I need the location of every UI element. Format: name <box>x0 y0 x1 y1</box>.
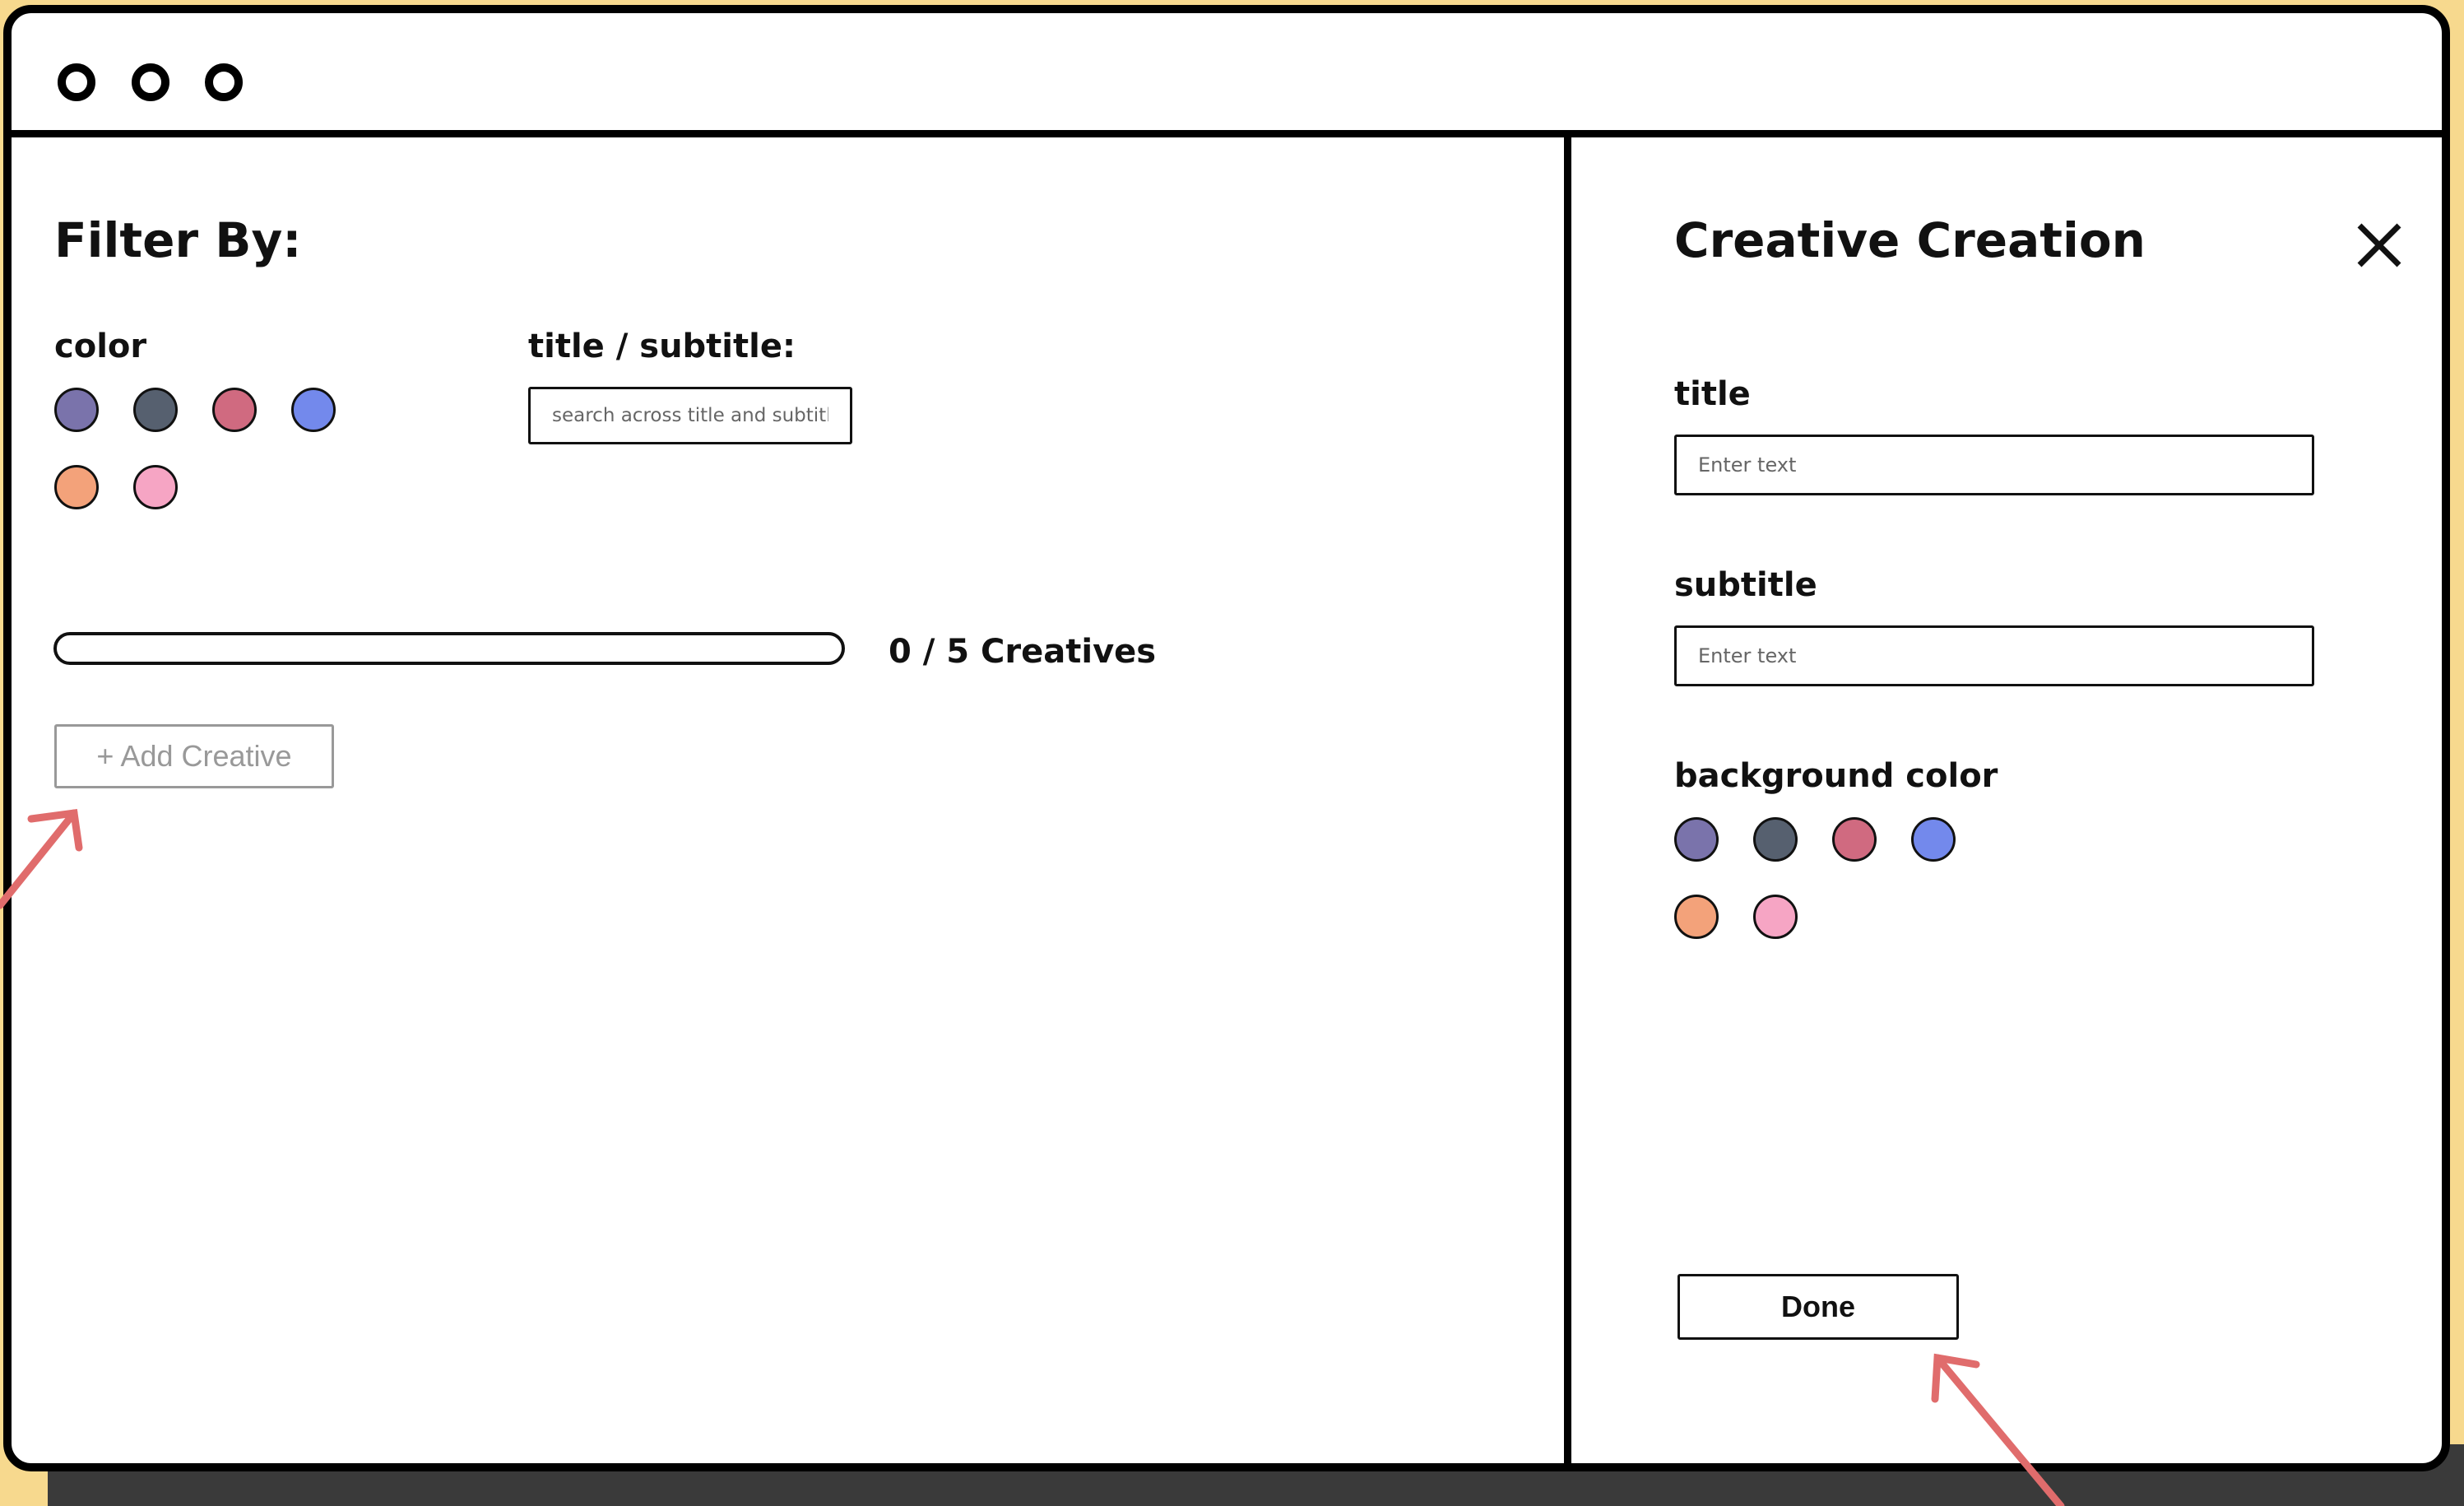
arrow-to-add-creative <box>0 808 83 909</box>
annotation-arrows <box>0 808 2065 1506</box>
arrow-to-done <box>1931 1353 2065 1506</box>
